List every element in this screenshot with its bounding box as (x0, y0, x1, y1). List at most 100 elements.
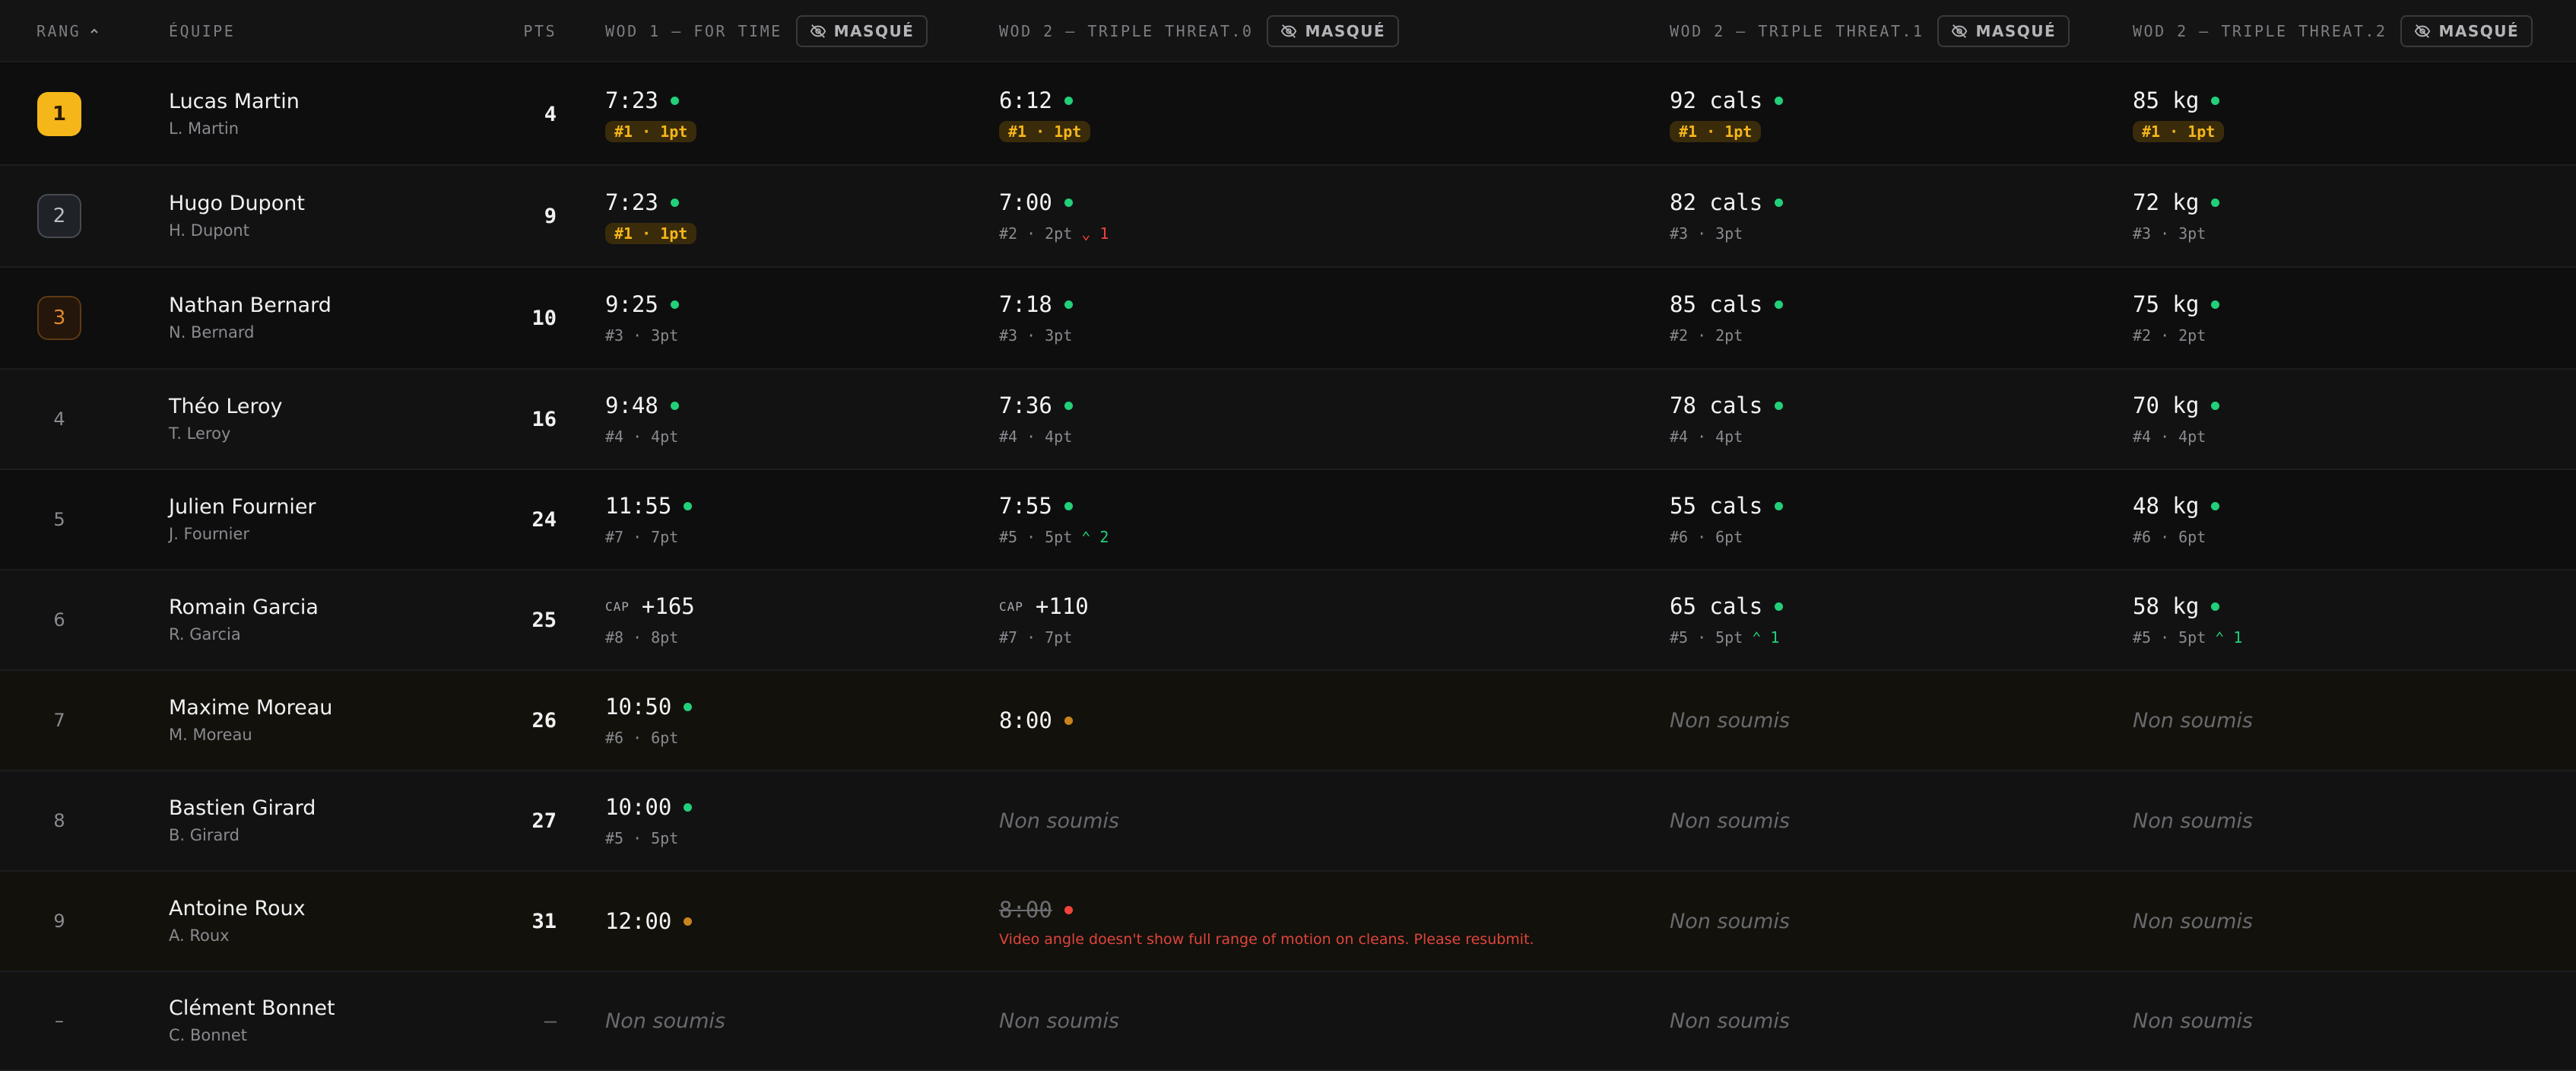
eye-off-icon (1281, 24, 1297, 38)
score-cell[interactable]: 55 cals #6 · 6pt (1670, 470, 1784, 569)
score-cell[interactable]: Non soumis (999, 771, 1119, 870)
wod-column-header[interactable]: WOD 1 — FOR TIME MASQUÉ (605, 0, 928, 62)
score-points: 5pt (2178, 628, 2206, 647)
score-cell[interactable]: Non soumis (2133, 972, 2253, 1069)
team-cell[interactable]: Romain Garcia R. Garcia (169, 570, 319, 669)
score-cell[interactable]: 9:25 #3 · 3pt (605, 268, 679, 368)
score-cell[interactable]: 8:00 (999, 671, 1073, 770)
score-cell[interactable]: CAP +110 #7 · 7pt (999, 570, 1089, 669)
status-dot-icon (684, 702, 693, 711)
score-cell[interactable]: Non soumis (1670, 872, 1790, 971)
score-cell[interactable]: Non soumis (999, 972, 1119, 1069)
score-cell[interactable]: 7:55 #5 · 5pt ⌃ 2 (999, 470, 1109, 569)
score-value: 6:12 (999, 87, 1052, 113)
wod-column-header[interactable]: WOD 2 — TRIPLE THREAT.2 MASQUÉ (2133, 0, 2533, 62)
score-cell[interactable]: Non soumis (1670, 972, 1790, 1069)
score-cell[interactable]: CAP +165 #8 · 8pt (605, 570, 695, 669)
table-row[interactable]: 7 Maxime Moreau M. Moreau 26 10:50 #6 · 6pt 8:00… (0, 671, 2576, 771)
team-cell[interactable]: Lucas Martin L. Martin (169, 64, 300, 164)
score-cell[interactable]: Non soumis (2133, 671, 2253, 770)
score-cell[interactable]: 85 kg #1 · 1pt (2133, 64, 2225, 164)
wod-column-header[interactable]: WOD 2 — TRIPLE THREAT.0 MASQUÉ (999, 0, 1400, 62)
table-row[interactable]: – Clément Bonnet C. Bonnet – Non soumis Non s… (0, 972, 2576, 1071)
score-cell[interactable]: 85 cals #2 · 2pt (1670, 268, 1784, 368)
hidden-toggle-button[interactable]: MASQUÉ (2400, 15, 2533, 47)
score-cell[interactable]: 7:36 #4 · 4pt (999, 370, 1073, 469)
score-cell[interactable]: 65 cals #5 · 5pt ⌃ 1 (1670, 570, 1784, 669)
table-row[interactable]: 2 Hugo Dupont H. Dupont 9 7:23 #1 · 1pt 7:00 #2… (0, 166, 2576, 268)
team-cell[interactable]: Théo Leroy T. Leroy (169, 370, 283, 469)
team-cell[interactable]: Antoine Roux A. Roux (169, 872, 306, 971)
score-cell[interactable]: 9:48 #4 · 4pt (605, 370, 679, 469)
score-cell[interactable]: 82 cals #3 · 3pt (1670, 166, 1784, 266)
score-cell[interactable]: 70 kg #4 · 4pt (2133, 370, 2220, 469)
score-cell[interactable]: 11:55 #7 · 7pt (605, 470, 693, 569)
status-dot-icon (684, 917, 693, 926)
table-row[interactable]: 4 Théo Leroy T. Leroy 16 9:48 #4 · 4pt 7:36 #4 · 4p… (0, 370, 2576, 470)
team-athlete: B. Girard (169, 826, 240, 844)
first-place-badge: #1 · 1pt (2133, 121, 2225, 142)
team-cell[interactable]: Hugo Dupont H. Dupont (169, 166, 305, 266)
status-dot-icon (2211, 96, 2220, 105)
table-row[interactable]: 5 Julien Fournier J. Fournier 24 11:55 #7 · 7pt… (0, 470, 2576, 570)
team-cell[interactable]: Julien Fournier J. Fournier (169, 470, 316, 569)
team-cell[interactable]: Clément Bonnet C. Bonnet (169, 972, 335, 1069)
chevron-down-icon: ⌄ (1081, 224, 1100, 243)
team-cell[interactable]: Maxime Moreau M. Moreau (169, 671, 332, 770)
status-dot-icon (1064, 905, 1073, 914)
hidden-toggle-label: MASQUÉ (1305, 22, 1386, 40)
score-cell[interactable]: 8:00 Video angle doesn't show full range … (999, 872, 1534, 971)
score-cell[interactable]: 10:00 #5 · 5pt (605, 771, 693, 870)
score-cell[interactable]: Non soumis (2133, 872, 2253, 971)
table-row[interactable]: 3 Nathan Bernard N. Bernard 10 9:25 #3 · 3pt 7:1… (0, 268, 2576, 370)
score-meta: #1 · 1pt (2133, 120, 2225, 143)
team-cell[interactable]: Bastien Girard B. Girard (169, 771, 316, 870)
team-cell[interactable]: Nathan Bernard N. Bernard (169, 268, 332, 368)
rank-cell: 6 (36, 570, 82, 669)
score-cell[interactable]: 7:18 #3 · 3pt (999, 268, 1073, 368)
hidden-toggle-button[interactable]: MASQUÉ (795, 15, 928, 47)
score-value: 48 kg (2133, 493, 2200, 519)
wod-header-label: WOD 2 — TRIPLE THREAT.1 (1670, 22, 1924, 40)
score-cell[interactable]: Non soumis (2133, 771, 2253, 870)
separator-dot: · (2160, 224, 2170, 243)
score-cell[interactable]: Non soumis (1670, 671, 1790, 770)
score-cell[interactable]: Non soumis (605, 972, 725, 1069)
table-row[interactable]: 9 Antoine Roux A. Roux 31 12:00 8:00 Video ang… (0, 872, 2576, 972)
separator-dot: · (633, 427, 642, 446)
hidden-toggle-button[interactable]: MASQUÉ (1937, 15, 2070, 47)
score-cell[interactable]: 7:23 #1 · 1pt (605, 64, 697, 164)
score-cell[interactable]: 7:00 #2 · 2pt ⌄ 1 (999, 166, 1109, 266)
score-line: 9:25 (605, 289, 679, 319)
score-cell[interactable]: 75 kg #2 · 2pt (2133, 268, 2220, 368)
score-cell[interactable]: 72 kg #3 · 3pt (2133, 166, 2220, 266)
table-row[interactable]: 1 Lucas Martin L. Martin 4 7:23 #1 · 1pt 6:12 #… (0, 64, 2576, 166)
status-dot-icon (1064, 96, 1073, 105)
team-column-header[interactable]: ÉQUIPE (169, 0, 235, 62)
score-cell[interactable]: 92 cals #1 · 1pt (1670, 64, 1784, 164)
score-meta: #4 · 4pt (999, 425, 1073, 448)
score-cell[interactable]: 78 cals #4 · 4pt (1670, 370, 1784, 469)
score-points: 4pt (1715, 427, 1743, 446)
hidden-toggle-label: MASQUÉ (1975, 22, 2057, 40)
score-value: 85 kg (2133, 87, 2200, 113)
pts-column-header[interactable]: PTS (471, 0, 557, 62)
score-cell[interactable]: Non soumis (1670, 771, 1790, 870)
first-place-badge: #1 · 1pt (999, 121, 1091, 142)
wod-column-header[interactable]: WOD 2 — TRIPLE THREAT.1 MASQUÉ (1670, 0, 2070, 62)
hidden-toggle-button[interactable]: MASQUÉ (1267, 15, 1400, 47)
status-dot-icon (1064, 300, 1073, 309)
score-cell[interactable]: 58 kg #5 · 5pt ⌃ 1 (2133, 570, 2242, 669)
score-value: 12:00 (605, 908, 672, 934)
score-cell[interactable]: 10:50 #6 · 6pt (605, 671, 693, 770)
table-row[interactable]: 8 Bastien Girard B. Girard 27 10:00 #5 · 5pt Non… (0, 771, 2576, 872)
rank-header-label: RANG (36, 22, 81, 40)
score-line: 7:00 (999, 187, 1109, 218)
score-cell[interactable]: 6:12 #1 · 1pt (999, 64, 1091, 164)
score-cell[interactable]: 12:00 (605, 872, 693, 971)
rank-column-header[interactable]: RANG (36, 0, 99, 62)
score-cell[interactable]: 48 kg #6 · 6pt (2133, 470, 2220, 569)
table-row[interactable]: 6 Romain Garcia R. Garcia 25 CAP +165 #8 · 8pt CA… (0, 570, 2576, 671)
score-cell[interactable]: 7:23 #1 · 1pt (605, 166, 697, 266)
not-submitted-label: Non soumis (999, 1009, 1119, 1033)
